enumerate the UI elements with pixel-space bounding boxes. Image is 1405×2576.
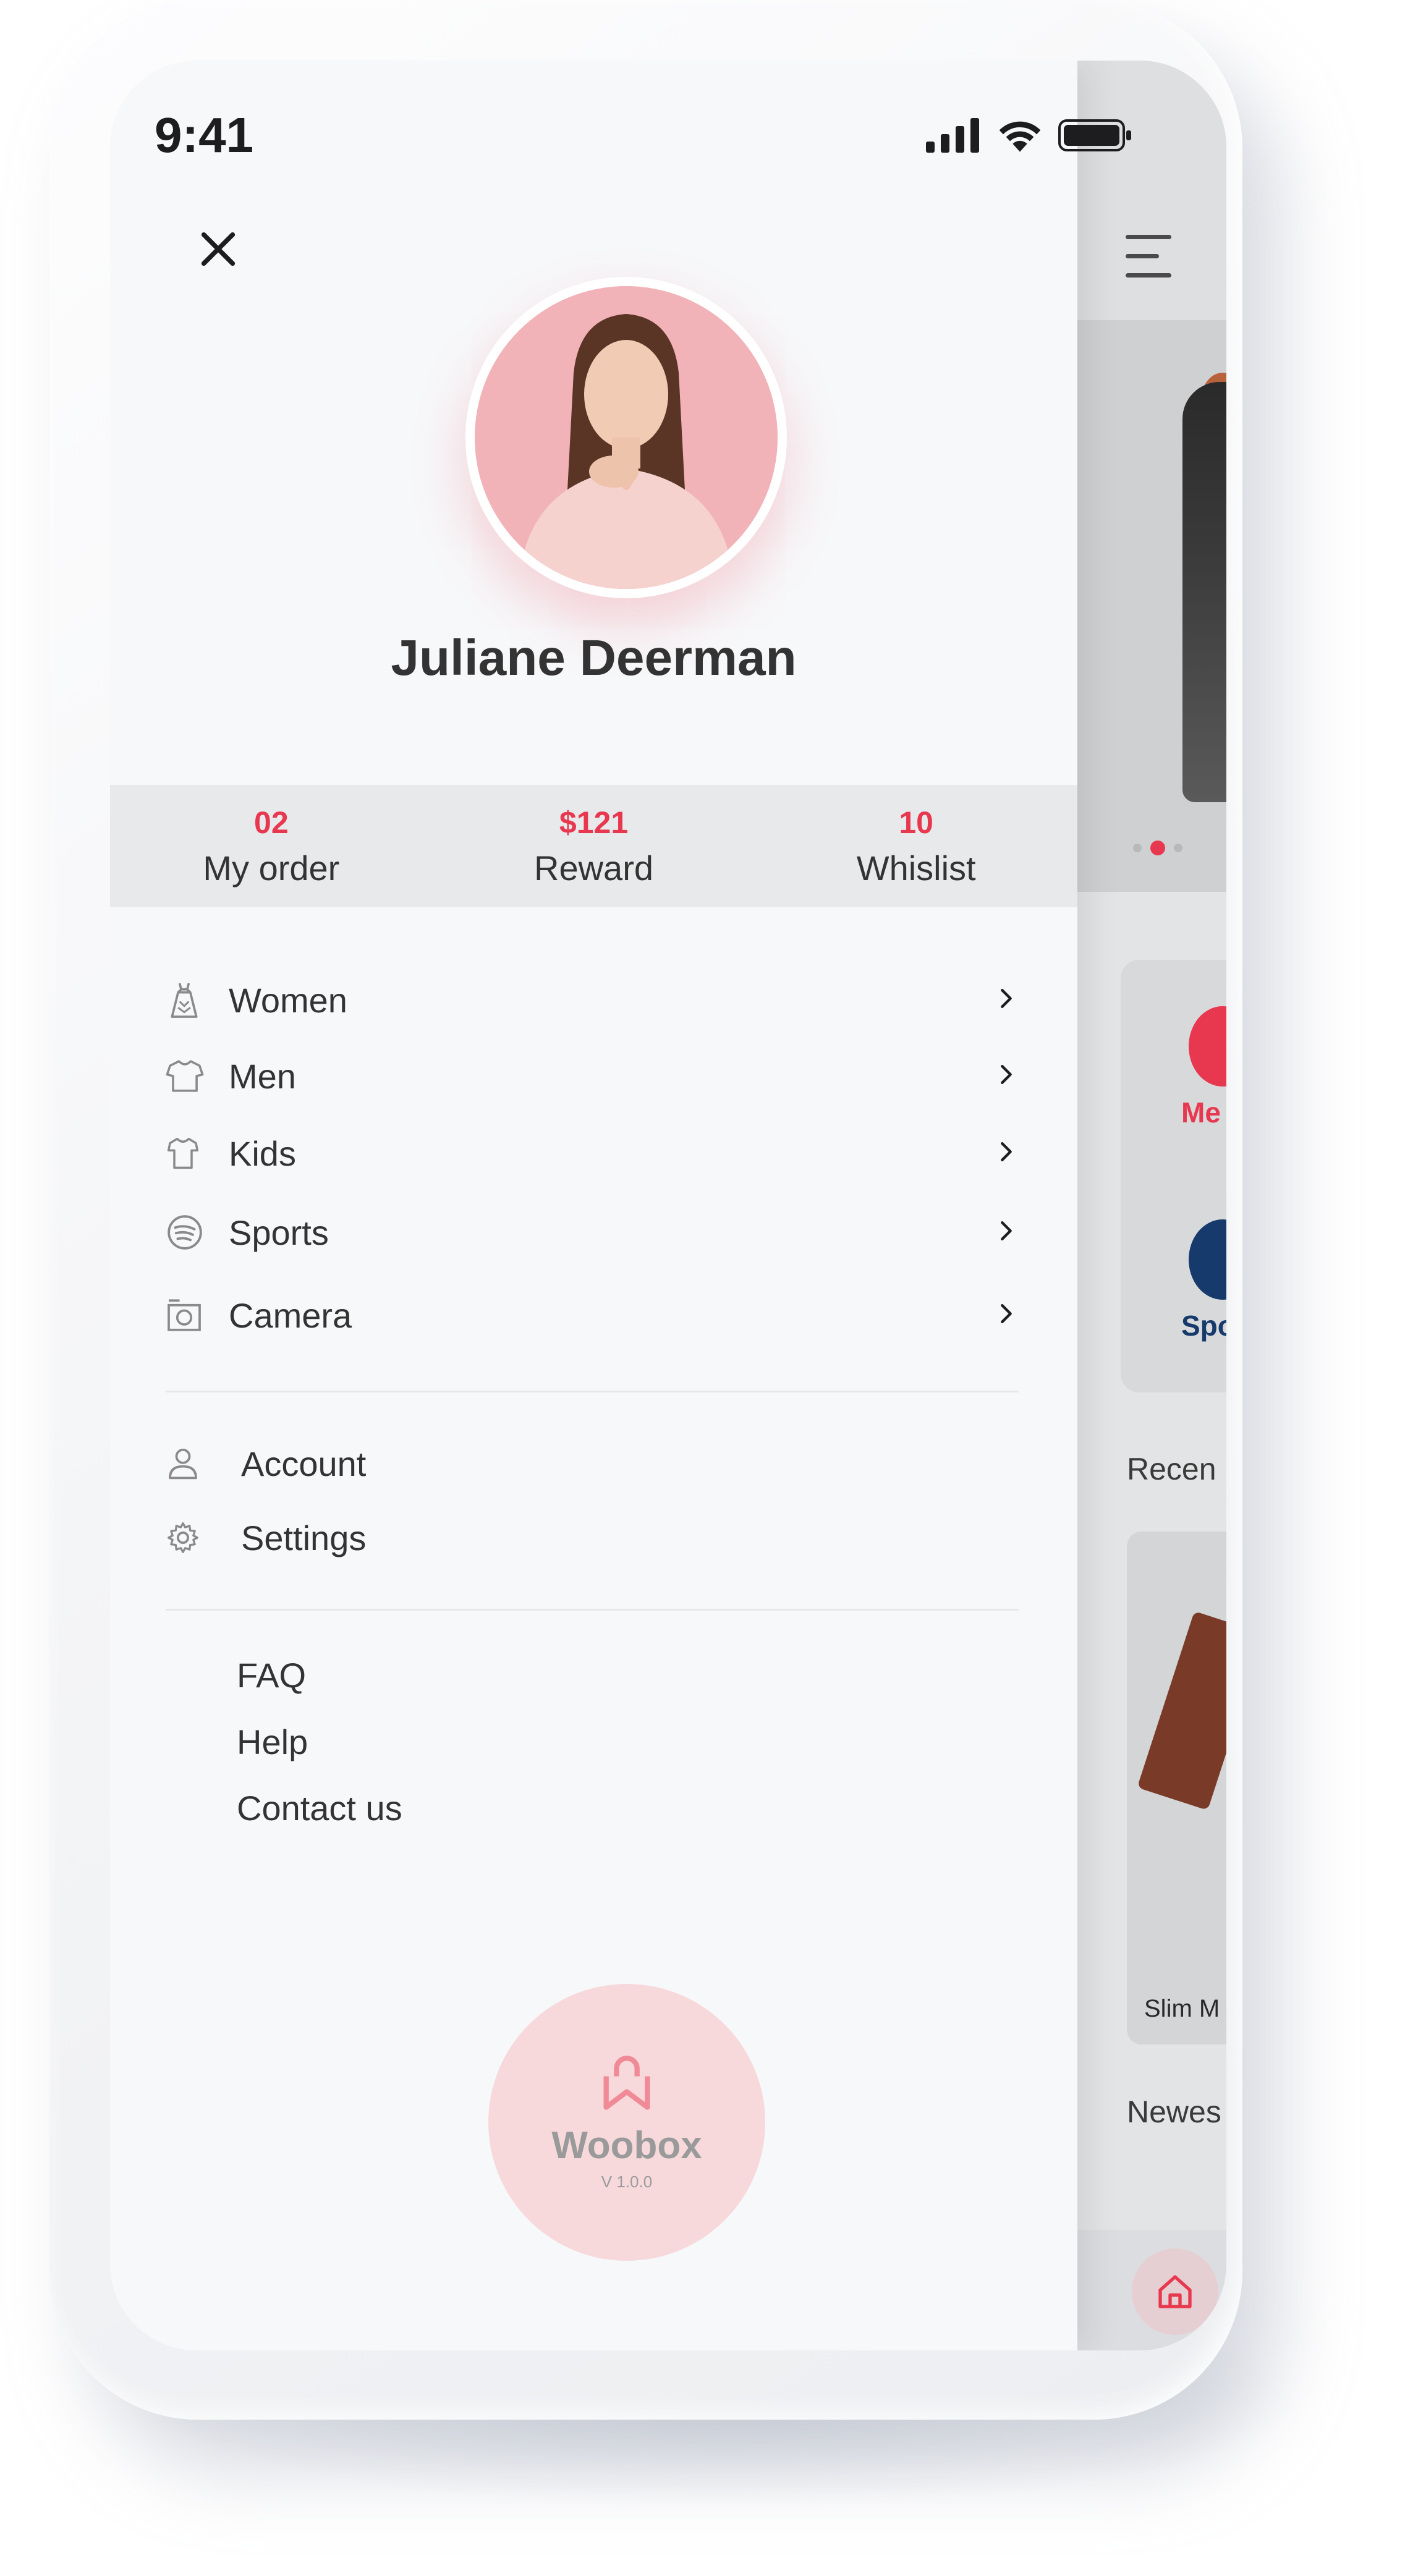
tshirt-icon [166, 1057, 215, 1095]
gear-icon [166, 1520, 227, 1555]
menu-item-label: Sports [229, 1213, 329, 1252]
close-button[interactable] [190, 221, 246, 277]
menu-item-label: Kids [229, 1133, 296, 1173]
menu-item-label: Account [241, 1444, 367, 1483]
dress-icon [166, 980, 215, 1020]
chevron-right-icon [994, 1140, 1019, 1167]
pagination-dot [1174, 844, 1182, 852]
menu-item-camera[interactable]: Camera [166, 1284, 1019, 1346]
menu-item-label: Settings [241, 1518, 367, 1557]
pagination-dot [1133, 844, 1142, 852]
menu-item-label: Women [229, 980, 347, 1020]
bg-category-men-label: Me [1181, 1096, 1221, 1129]
battery-icon [1058, 119, 1131, 151]
banner-pagination [1133, 841, 1191, 855]
stat-label: Whislist [856, 848, 976, 888]
stat-label: My order [203, 848, 340, 888]
chevron-right-icon [994, 986, 1019, 1014]
stat-label: Reward [534, 848, 653, 888]
link-faq[interactable]: FAQ [237, 1655, 306, 1695]
brand-name: Woobox [551, 2124, 702, 2167]
pagination-dot-active [1150, 841, 1165, 855]
home-icon[interactable] [1132, 2248, 1218, 2335]
status-time: 9:41 [155, 108, 254, 163]
kids-shirt-icon [166, 1136, 215, 1171]
divider [166, 1609, 1019, 1611]
link-help[interactable]: Help [237, 1722, 308, 1762]
status-icons [926, 117, 1132, 153]
side-drawer: 9:41 Juliane Deerman 02 My order $121 Re… [110, 61, 1131, 2350]
background-app: Me Spo Recen Slim M Newes [1077, 61, 1226, 2350]
screen: Me Spo Recen Slim M Newes 9:41 Juliane D… [110, 61, 1226, 2350]
signal-icon [926, 118, 979, 153]
ball-icon [166, 1213, 215, 1252]
link-contact-us[interactable]: Contact us [237, 1788, 402, 1828]
brand-version: V 1.0.0 [601, 2172, 653, 2191]
bg-category-sports-label: Spo [1181, 1310, 1226, 1342]
hamburger-icon[interactable] [1126, 235, 1171, 292]
phone-frame: Me Spo Recen Slim M Newes 9:41 Juliane D… [49, 0, 1242, 2420]
chevron-right-icon [994, 1062, 1019, 1090]
stat-value: 10 [899, 805, 933, 840]
menu-item-kids[interactable]: Kids [166, 1122, 1019, 1184]
avatar-photo [475, 286, 778, 589]
stat-my-order[interactable]: 02 My order [110, 785, 433, 907]
camera-icon [166, 1297, 215, 1333]
stat-reward[interactable]: $121 Reward [433, 785, 755, 907]
stat-whislist[interactable]: 10 Whislist [755, 785, 1077, 907]
stat-value: $121 [559, 805, 629, 840]
menu-item-settings[interactable]: Settings [166, 1507, 660, 1569]
menu-item-women[interactable]: Women [166, 969, 1019, 1031]
profile-name: Juliane Deerman [391, 630, 797, 686]
chevron-right-icon [994, 1219, 1019, 1247]
bg-product-name: Slim M [1144, 1995, 1220, 2022]
stat-value: 02 [254, 805, 289, 840]
bg-section-newest: Newes [1127, 2095, 1221, 2129]
menu-item-label: Camera [229, 1295, 352, 1335]
shopping-bag-icon [603, 2056, 650, 2110]
menu-item-account[interactable]: Account [166, 1433, 660, 1494]
menu-item-men[interactable]: Men [166, 1045, 1019, 1107]
wifi-icon [999, 121, 1041, 152]
close-icon [201, 232, 236, 266]
user-icon [166, 1446, 227, 1481]
bg-section-recent: Recen [1127, 1452, 1216, 1486]
divider [166, 1391, 1019, 1392]
stats-bar: 02 My order $121 Reward 10 Whislist [110, 785, 1077, 907]
menu-item-label: Men [229, 1056, 296, 1096]
avatar[interactable] [465, 277, 787, 598]
brand-logo: Woobox V 1.0.0 [488, 1984, 765, 2261]
menu-item-sports[interactable]: Sports [166, 1201, 1019, 1263]
bg-header [1077, 61, 1226, 320]
bg-banner-model [1182, 382, 1226, 802]
chevron-right-icon [994, 1302, 1019, 1329]
